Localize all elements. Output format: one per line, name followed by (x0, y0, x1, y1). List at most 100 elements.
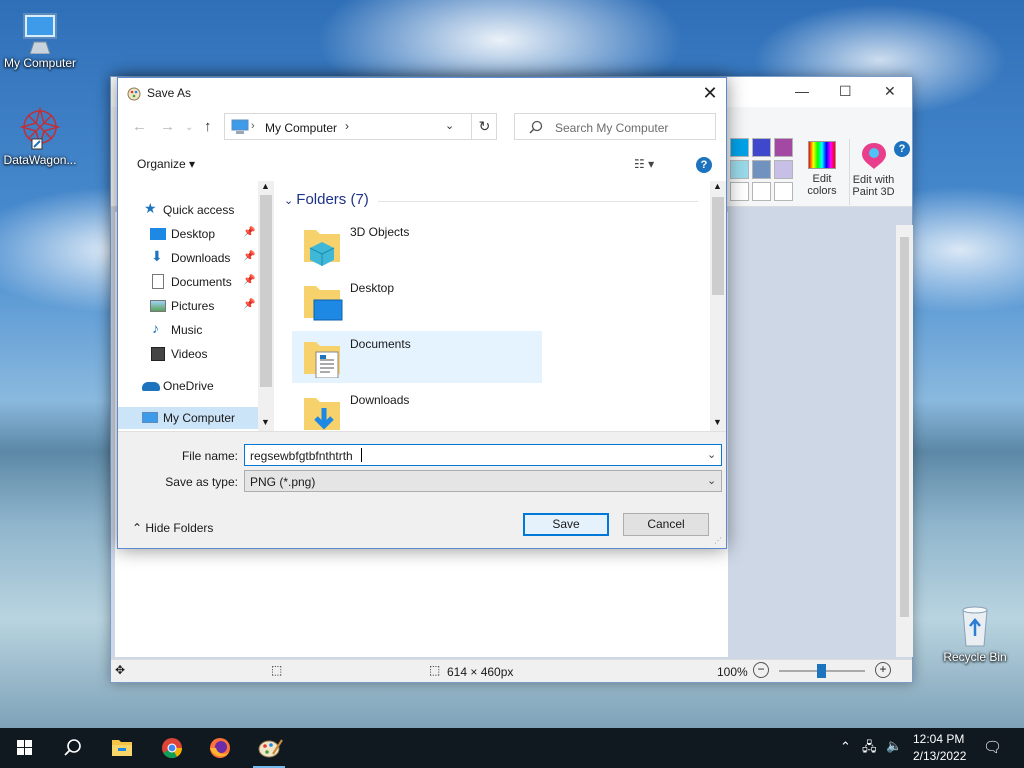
nav-pane-scrollbar[interactable]: ▲ ▼ (258, 181, 274, 431)
nav-item-music[interactable]: ♪ Music (118, 319, 258, 341)
nav-item-my-computer[interactable]: My Computer (118, 407, 258, 429)
scroll-down-icon[interactable]: ▼ (713, 417, 722, 427)
save-button[interactable]: Save (523, 513, 609, 536)
recent-locations-chevron-icon[interactable]: ⌄ (185, 122, 193, 133)
search-box[interactable]: Search My Computer (514, 113, 716, 140)
firefox-icon (210, 738, 230, 758)
pin-icon[interactable]: 📌 (243, 227, 255, 238)
close-icon[interactable]: ✕ (696, 80, 724, 106)
downloads-folder-icon (304, 398, 340, 430)
address-dropdown-icon[interactable]: ⌄ (445, 119, 454, 132)
forward-arrow-icon[interactable]: → (160, 118, 175, 135)
save-type-select[interactable]: PNG (*.png) ⌄ (244, 470, 722, 492)
help-icon[interactable]: ? (696, 157, 712, 173)
nav-item-quick-access[interactable]: ★ Quick access (118, 199, 258, 221)
back-arrow-icon[interactable]: ← (132, 118, 147, 135)
color-swatch[interactable] (774, 138, 793, 157)
taskbar-paint[interactable] (249, 734, 289, 768)
pin-icon[interactable]: 📌 (243, 275, 255, 286)
refresh-icon[interactable]: ↻ (471, 114, 497, 139)
zoom-slider-thumb[interactable] (817, 664, 826, 678)
color-swatch[interactable] (730, 182, 749, 201)
zoom-in-icon[interactable]: + (875, 662, 891, 678)
taskbar-firefox[interactable] (200, 734, 240, 762)
folder-documents[interactable]: Documents (292, 331, 542, 383)
color-swatch[interactable] (774, 182, 793, 201)
paint-app-icon (127, 87, 141, 101)
scroll-down-icon[interactable]: ▼ (261, 417, 270, 427)
hide-folders-button[interactable]: ⌃ Hide Folders (132, 521, 213, 535)
folder-3d-objects[interactable]: 3D Objects (292, 219, 542, 271)
show-hidden-icons-chevron-icon[interactable]: ⌃ (840, 739, 851, 755)
desktop-icon-my-computer[interactable]: My Computer (0, 10, 80, 70)
breadcrumb-location[interactable]: My Computer (265, 121, 337, 135)
close-icon[interactable]: ✕ (884, 83, 896, 100)
datawagon-app-icon (19, 106, 61, 150)
taskbar-file-explorer[interactable] (102, 734, 142, 762)
nav-item-downloads[interactable]: ⬇ Downloads 📌 (118, 247, 258, 269)
resize-grip-icon[interactable]: ⋰ (714, 536, 722, 545)
color-swatch[interactable] (752, 138, 771, 157)
file-name-dropdown-icon[interactable]: ⌄ (707, 448, 716, 461)
color-swatch[interactable] (730, 138, 749, 157)
pin-icon[interactable]: 📌 (243, 299, 255, 310)
up-arrow-icon[interactable]: ↑ (204, 118, 212, 135)
edit-colors-button[interactable]: Edit colors (797, 139, 847, 205)
taskbar-search-button[interactable] (52, 734, 92, 762)
folders-group-header[interactable]: ⌄ Folders (7) (284, 191, 369, 208)
scrollbar-thumb[interactable] (712, 197, 724, 295)
zoom-slider[interactable] (779, 664, 865, 678)
film-icon (151, 347, 165, 361)
file-name-input[interactable]: regsewbfgtbfnthtrth ⌄ (244, 444, 722, 466)
color-swatch[interactable] (752, 182, 771, 201)
edit-with-paint3d-button[interactable]: Edit with Paint 3D (849, 139, 897, 205)
search-icon (529, 120, 543, 134)
chrome-icon (162, 738, 183, 759)
scroll-up-icon[interactable]: ▲ (261, 181, 270, 191)
computer-icon (23, 13, 57, 54)
breadcrumb-chevron-icon[interactable]: › (345, 119, 349, 133)
document-icon (152, 274, 164, 289)
clock-date[interactable]: 2/13/2022 (913, 749, 966, 763)
color-swatch[interactable] (752, 160, 771, 179)
color-swatch[interactable] (730, 160, 749, 179)
desktop-icon-datawagon[interactable]: DataWagon... (0, 105, 80, 167)
pin-icon[interactable]: 📌 (243, 251, 255, 262)
3d-objects-folder-icon (304, 230, 340, 266)
dialog-title: Save As (147, 86, 192, 100)
save-type-dropdown-icon[interactable]: ⌄ (707, 474, 716, 487)
nav-item-videos[interactable]: Videos (118, 343, 258, 365)
nav-item-pictures[interactable]: Pictures 📌 (118, 295, 258, 317)
computer-icon (142, 412, 158, 423)
desktop-icon-label: DataWagon... (3, 153, 77, 167)
volume-icon[interactable]: 🔈 (886, 738, 902, 754)
cancel-button[interactable]: Cancel (623, 513, 709, 536)
scrollbar-thumb[interactable] (260, 195, 272, 387)
folder-desktop[interactable]: Desktop (292, 275, 542, 327)
address-bar[interactable]: › My Computer › ⌄ ↻ (224, 113, 497, 140)
start-button[interactable] (4, 734, 44, 762)
change-view-icon[interactable]: ☷ ▾ (634, 157, 654, 171)
maximize-icon[interactable]: ☐ (839, 83, 852, 100)
paint-vertical-scrollbar[interactable] (896, 225, 913, 657)
network-icon[interactable]: 🖧 (862, 738, 877, 760)
desktop-icon-recycle-bin[interactable]: Recycle Bin (935, 604, 1015, 664)
content-pane-scrollbar[interactable]: ▲ ▼ (710, 181, 726, 431)
notifications-icon[interactable]: 🗨 (983, 738, 1002, 756)
breadcrumb-chevron-icon[interactable]: › (251, 120, 255, 132)
minimize-icon[interactable]: — (795, 83, 809, 99)
color-swatch[interactable] (774, 160, 793, 179)
taskbar: ⌃ 🖧 🔈 12:04 PM 2/13/2022 🗨 (0, 728, 1024, 768)
clock-time[interactable]: 12:04 PM (913, 732, 964, 746)
nav-item-desktop[interactable]: Desktop 📌 (118, 223, 258, 245)
scroll-up-icon[interactable]: ▲ (713, 181, 722, 191)
text-caret (361, 448, 362, 462)
desktop-icon-label: Recycle Bin (943, 650, 1007, 664)
nav-item-documents[interactable]: Documents 📌 (118, 271, 258, 293)
dialog-title-bar[interactable]: Save As ✕ (118, 78, 726, 108)
nav-item-onedrive[interactable]: OneDrive (118, 375, 258, 397)
taskbar-chrome[interactable] (152, 734, 192, 762)
organize-button[interactable]: Organize ▾ (137, 157, 195, 171)
navigation-pane: ★ Quick access Desktop 📌 ⬇ Downloads 📌 D… (118, 181, 274, 431)
zoom-out-icon[interactable]: − (753, 662, 769, 678)
